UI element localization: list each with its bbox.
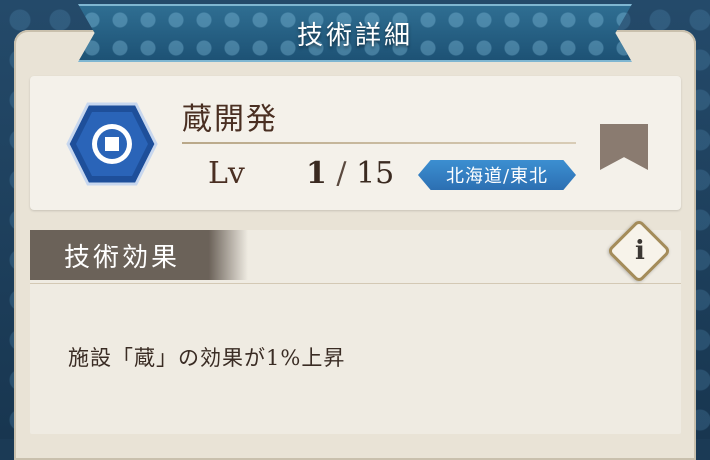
region-label: 北海道/東北: [445, 166, 549, 187]
level-label: Lv: [208, 156, 245, 191]
hex-coin-icon: [66, 102, 158, 186]
tech-info-card: 蔵開発 Lv 1 / 15 北海道/東北: [30, 76, 681, 210]
page-title: 技術詳細: [296, 20, 413, 51]
level-max: 15: [356, 156, 395, 191]
bookmark-icon[interactable]: [600, 124, 648, 170]
level-current: 1: [306, 156, 327, 191]
effect-section: 技術効果 施設「蔵」の効果が1%上昇: [30, 230, 681, 434]
region-badge: 北海道/東北: [418, 160, 576, 190]
effect-divider: [30, 283, 681, 284]
effect-description: 施設「蔵」の効果が1%上昇: [68, 346, 346, 370]
effect-heading: 技術効果: [64, 242, 181, 273]
level-separator: /: [336, 156, 347, 191]
info-icon[interactable]: i: [628, 236, 652, 266]
title-banner: 技術詳細: [78, 4, 632, 62]
level-value: 1 / 15: [306, 156, 394, 191]
divider: [182, 142, 576, 144]
tech-name: 蔵開発: [182, 102, 278, 137]
effect-header: 技術効果: [30, 230, 248, 280]
